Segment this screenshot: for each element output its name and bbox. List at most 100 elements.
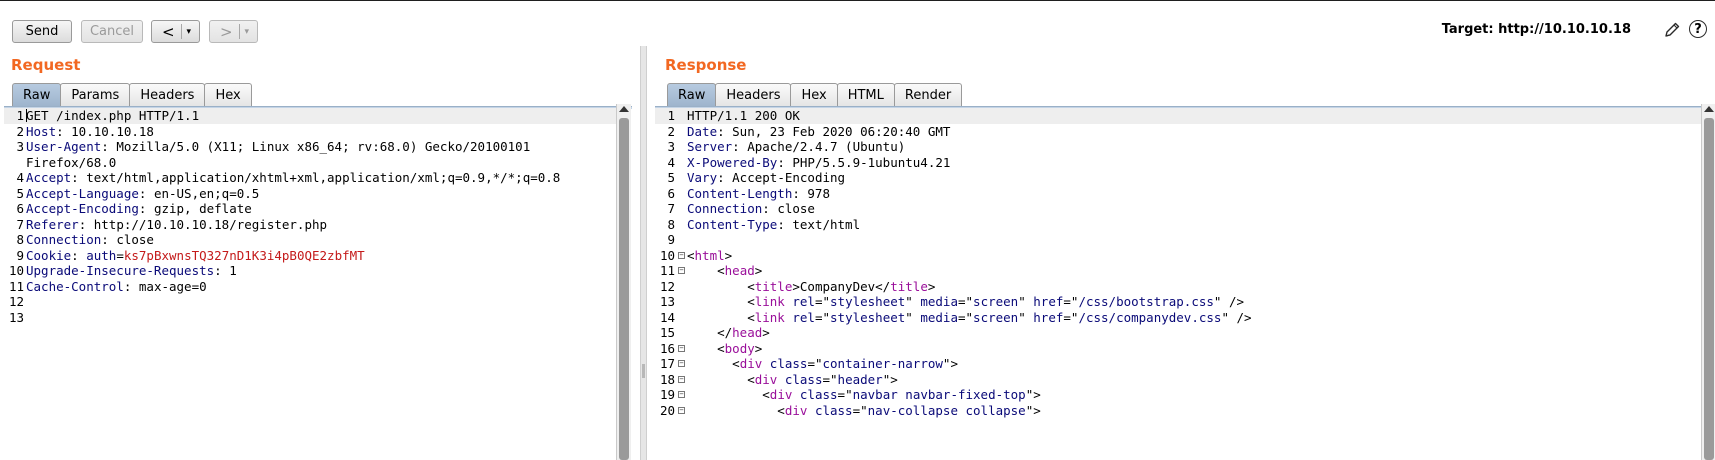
code-token: : bbox=[71, 247, 87, 263]
code-line: 5 Accept-Language: en-US,en;q=0.5 bbox=[4, 186, 616, 202]
target-label: Target: http://10.10.10.18 bbox=[1441, 22, 1631, 37]
line-number: 4 bbox=[667, 154, 675, 170]
request-tab-raw[interactable]: Raw bbox=[12, 83, 62, 107]
code-line: 8 Content-Type: text/html bbox=[655, 217, 1701, 233]
fold-toggle-icon[interactable]: − bbox=[678, 267, 685, 274]
code-token: Host bbox=[26, 123, 57, 139]
forward-dropdown-icon[interactable]: ▾ bbox=[240, 27, 250, 37]
code-line: 11− <head> bbox=[655, 263, 1701, 279]
scroll-up-arrow[interactable] bbox=[1704, 106, 1714, 112]
code-token: Upgrade-Insecure-Requests bbox=[26, 263, 215, 278]
fold-toggle-icon[interactable]: − bbox=[678, 360, 685, 367]
line-number: 2 bbox=[16, 123, 24, 139]
response-tab-headers[interactable]: Headers bbox=[715, 83, 792, 107]
code-token: "> bbox=[1025, 387, 1041, 402]
code-token: > bbox=[724, 247, 733, 263]
request-tab-params[interactable]: Params bbox=[60, 83, 131, 107]
fold-toggle-icon[interactable]: − bbox=[678, 375, 685, 383]
code-token: stylesheet bbox=[830, 309, 906, 325]
line-number: 3 bbox=[16, 139, 24, 154]
code-token: media bbox=[920, 309, 958, 325]
response-tab-render[interactable]: Render bbox=[893, 83, 963, 107]
code-line: 10− <html> bbox=[655, 248, 1701, 264]
code-text: User-Agent: Mozilla/5.0 (X11; Linux x86_… bbox=[26, 139, 530, 155]
code-token: =" bbox=[957, 294, 974, 309]
code-token: body bbox=[724, 340, 755, 356]
code-token: stylesheet bbox=[830, 294, 906, 309]
code-text: <link rel="stylesheet" media="screen" hr… bbox=[687, 309, 1251, 326]
code-token: /css/companydev.css bbox=[1078, 309, 1222, 325]
code-token: div bbox=[769, 387, 793, 402]
forward-button[interactable]: > ▾ bbox=[209, 20, 258, 43]
code-token: < bbox=[687, 263, 725, 278]
code-token: >CompanyDev</ bbox=[792, 278, 891, 294]
help-icon[interactable]: ? bbox=[1689, 20, 1707, 38]
fold-toggle-icon[interactable]: − bbox=[678, 344, 685, 352]
response-tab-html[interactable]: HTML bbox=[836, 83, 895, 107]
line-number: 11 bbox=[8, 278, 24, 294]
code-line: 14 <link rel="stylesheet" media="screen"… bbox=[655, 310, 1701, 326]
code-text: Upgrade-Insecure-Requests: 1 bbox=[26, 263, 237, 279]
cancel-button-label: Cancel bbox=[89, 24, 135, 39]
code-text: Host: 10.10.10.18 bbox=[26, 124, 154, 140]
line-number: 2 bbox=[667, 123, 675, 139]
code-token: : 1 bbox=[214, 263, 237, 278]
response-editor[interactable]: 1 HTTP/1.1 200 OK 2 Date: Sun, 23 Feb 2020 … bbox=[655, 108, 1701, 460]
code-line: 5 Vary: Accept-Encoding bbox=[655, 170, 1701, 186]
line-number: 17 bbox=[659, 356, 675, 371]
request-tab-headers[interactable]: Headers bbox=[129, 83, 206, 107]
code-token: =" bbox=[822, 371, 838, 387]
code-token: =" bbox=[837, 387, 853, 402]
back-button[interactable]: < ▾ bbox=[151, 20, 200, 43]
code-token: href bbox=[1033, 294, 1064, 309]
code-text: Date: Sun, 23 Feb 2020 06:20:40 GMT bbox=[687, 124, 950, 140]
scroll-thumb[interactable] bbox=[619, 118, 629, 460]
code-text: GET /index.php HTTP/1.1 bbox=[26, 108, 199, 124]
code-token: User-Agent bbox=[26, 139, 102, 154]
code-token: </ bbox=[687, 325, 733, 340]
request-scrollbar[interactable] bbox=[616, 104, 631, 460]
line-number: 3 bbox=[667, 139, 675, 154]
request-title: Request bbox=[11, 56, 81, 74]
line-number: 9 bbox=[16, 247, 24, 263]
code-text: Cookie: auth=ks7pBxwnsTQ327nD1K3i4pB0QE2… bbox=[26, 248, 365, 264]
code-token: : text/html,application/xhtml+xml,applic… bbox=[71, 170, 561, 185]
code-token: Connection bbox=[687, 201, 763, 216]
cancel-button[interactable]: Cancel bbox=[81, 20, 143, 43]
code-line: 12 <title>CompanyDev</title> bbox=[655, 279, 1701, 295]
scroll-up-arrow[interactable] bbox=[619, 106, 629, 112]
code-text: Content-Type: text/html bbox=[687, 217, 860, 233]
fold-toggle-icon[interactable]: − bbox=[678, 391, 685, 398]
request-tab-hex[interactable]: Hex bbox=[204, 83, 252, 107]
line-number: 8 bbox=[16, 232, 24, 247]
code-line: 9 Cookie: auth=ks7pBxwnsTQ327nD1K3i4pB0QE… bbox=[4, 248, 616, 264]
code-token: < bbox=[687, 309, 755, 325]
code-token: Date bbox=[687, 123, 718, 139]
code-token: head bbox=[724, 263, 755, 278]
request-editor[interactable]: 1 GET /index.php HTTP/1.1 2 Host: 10.10.10.… bbox=[4, 108, 616, 460]
send-button[interactable]: Send bbox=[12, 20, 72, 43]
fold-toggle-icon[interactable]: − bbox=[678, 406, 685, 414]
code-text: <div class="navbar navbar-fixed-top"> bbox=[687, 387, 1041, 403]
back-dropdown-icon[interactable]: ▾ bbox=[182, 27, 192, 37]
line-number: 5 bbox=[667, 170, 675, 185]
code-text: Connection: close bbox=[687, 201, 815, 217]
code-token: =" bbox=[1063, 294, 1079, 309]
line-number: 10 bbox=[8, 263, 24, 278]
pencil-icon[interactable] bbox=[1663, 21, 1681, 39]
line-number: 20 bbox=[659, 402, 675, 418]
code-token: ks7pBxwnsTQ327nD1K3i4pB0QE2zbfMT bbox=[123, 247, 365, 263]
response-tab-hex[interactable]: Hex bbox=[790, 83, 838, 107]
response-scrollbar[interactable] bbox=[1701, 104, 1715, 460]
response-tab-raw[interactable]: Raw bbox=[667, 83, 717, 107]
pane-divider[interactable] bbox=[640, 46, 647, 460]
code-token: : Sun, 23 Feb 2020 06:20:40 GMT bbox=[717, 123, 951, 139]
code-token: =" bbox=[957, 309, 974, 325]
code-text: Accept-Language: en-US,en;q=0.5 bbox=[26, 186, 259, 202]
scroll-thumb[interactable] bbox=[1704, 118, 1714, 460]
code-token: media bbox=[920, 294, 958, 309]
fold-toggle-icon[interactable]: − bbox=[678, 251, 685, 259]
divider-grip[interactable] bbox=[642, 364, 645, 378]
line-number: 8 bbox=[667, 216, 675, 232]
